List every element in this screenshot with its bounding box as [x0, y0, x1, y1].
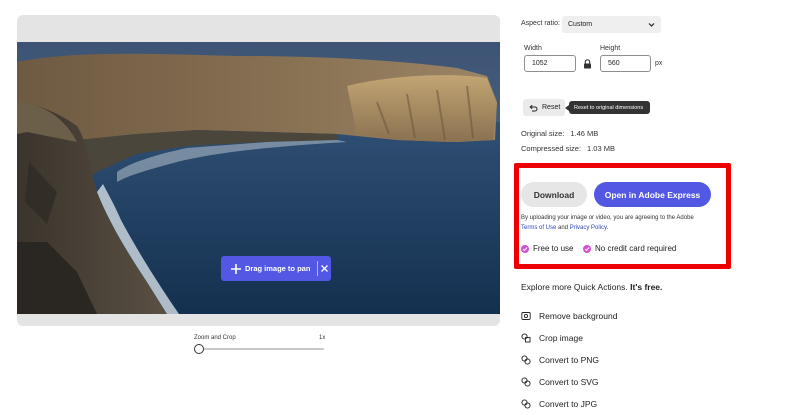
- aspect-ratio-select[interactable]: Custom: [562, 16, 661, 33]
- aspect-ratio-value: Custom: [568, 21, 593, 28]
- perk-free-label: Free to use: [533, 244, 574, 253]
- open-in-adobe-express-button[interactable]: Open in Adobe Express: [594, 182, 711, 207]
- explore-prefix: Explore more Quick Actions.: [521, 282, 628, 292]
- reset-tooltip: Reset to original dimensions: [565, 101, 650, 114]
- explore-emphasis: It's free.: [630, 282, 663, 292]
- original-size-value: 1.46 MB: [570, 129, 599, 138]
- checkmark-icon: [521, 244, 529, 253]
- quick-action-convert-to-svg[interactable]: Convert to SVG: [521, 377, 599, 387]
- aspect-ratio-label: Aspect ratio:: [521, 20, 560, 27]
- height-label: Height: [600, 45, 621, 52]
- perk-free-to-use: Free to use: [521, 244, 573, 253]
- quick-action-label: Crop image: [539, 333, 583, 343]
- zoom-slider-handle[interactable]: [194, 344, 204, 354]
- original-size-label: Original size:: [521, 129, 565, 138]
- perk-no-credit-card: No credit card required: [583, 244, 676, 253]
- compressed-size-label: Compressed size:: [521, 144, 582, 153]
- toast-close-button[interactable]: [318, 256, 331, 281]
- quick-action-remove-background[interactable]: Remove background: [521, 311, 617, 321]
- unit-label: px: [655, 60, 663, 67]
- explore-heading: Explore more Quick Actions. It's free.: [521, 282, 662, 292]
- lock-aspect-button[interactable]: [580, 55, 595, 72]
- reset-button[interactable]: Reset: [523, 99, 565, 116]
- consent-end: .: [606, 225, 609, 231]
- consent-prefix: By uploading your image or video, you ar…: [521, 215, 694, 221]
- original-size: Original size: 1.46 MB: [521, 129, 598, 138]
- convert-icon: [521, 377, 531, 387]
- quick-action-label: Convert to PNG: [539, 355, 599, 365]
- convert-icon: [521, 399, 531, 409]
- zoom-value: 1x: [319, 335, 326, 341]
- reset-label: Reset: [542, 104, 561, 111]
- width-label: Width: [524, 45, 542, 52]
- consent-and: and: [558, 225, 569, 231]
- zoom-slider-track[interactable]: [199, 348, 324, 350]
- crop-icon: [521, 333, 531, 343]
- quick-action-convert-to-jpg[interactable]: Convert to JPG: [521, 399, 597, 409]
- compressed-size: Compressed size: 1.03 MB: [521, 144, 615, 153]
- close-icon: [321, 265, 329, 272]
- remove-background-icon: [521, 311, 531, 321]
- quick-action-convert-to-png[interactable]: Convert to PNG: [521, 355, 599, 365]
- zoom-label: Zoom and Crop: [194, 335, 236, 341]
- height-field[interactable]: 560: [600, 55, 651, 72]
- quick-action-label: Convert to SVG: [539, 377, 599, 387]
- drag-to-pan-label: Drag image to pan: [245, 264, 311, 273]
- width-field[interactable]: 1052: [524, 55, 576, 72]
- perk-no-card-label: No credit card required: [595, 244, 677, 253]
- checkmark-icon: [583, 244, 591, 253]
- chevron-down-icon: [648, 23, 655, 27]
- consent-text: By uploading your image or video, you ar…: [521, 213, 721, 233]
- quick-action-label: Remove background: [539, 311, 618, 321]
- quick-action-crop-image[interactable]: Crop image: [521, 333, 583, 343]
- undo-icon: [529, 104, 538, 111]
- quick-action-label: Convert to JPG: [539, 399, 598, 409]
- privacy-policy-link[interactable]: Privacy Policy: [570, 225, 607, 231]
- move-icon: [227, 256, 245, 281]
- convert-icon: [521, 355, 531, 365]
- lock-icon: [584, 58, 591, 68]
- compressed-size-value: 1.03 MB: [587, 144, 615, 153]
- download-button[interactable]: Download: [521, 182, 587, 207]
- terms-of-use-link[interactable]: Terms of Use: [521, 225, 556, 231]
- drag-to-pan-toast[interactable]: Drag image to pan: [221, 256, 331, 281]
- image-canvas[interactable]: Drag image to pan: [17, 15, 500, 326]
